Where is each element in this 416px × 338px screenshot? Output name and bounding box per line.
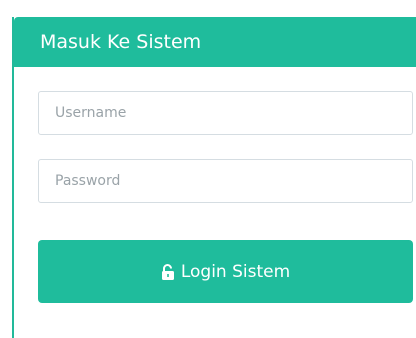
- unlock-icon: [161, 263, 175, 280]
- login-panel: Masuk Ke Sistem Login Sistem: [12, 17, 416, 338]
- username-input[interactable]: [38, 91, 413, 135]
- panel-body: Login Sistem: [14, 67, 416, 338]
- login-button[interactable]: Login Sistem: [38, 240, 413, 303]
- panel-heading: Masuk Ke Sistem: [14, 17, 416, 67]
- login-button-label: Login Sistem: [180, 261, 291, 282]
- password-input[interactable]: [38, 159, 413, 203]
- panel-title: Masuk Ke Sistem: [40, 31, 202, 53]
